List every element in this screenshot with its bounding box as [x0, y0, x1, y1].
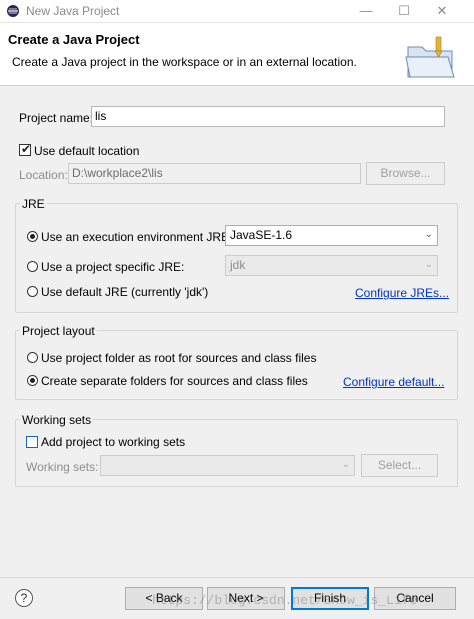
wizard-header: Create a Java Project Create a Java proj… — [0, 23, 474, 86]
use-default-location-checkbox[interactable]: ✔ — [19, 142, 32, 156]
help-icon[interactable]: ? — [15, 589, 33, 607]
configure-default-link[interactable]: Configure default... — [343, 375, 444, 389]
default-jre-label: Use default JRE (currently 'jdk') — [41, 285, 209, 299]
select-working-sets-button[interactable]: Select... — [361, 454, 438, 477]
configure-jres-link[interactable]: Configure JREs... — [355, 286, 449, 300]
exec-env-jre-radio[interactable] — [27, 231, 38, 242]
page-title: Create a Java Project — [8, 32, 140, 47]
jre-group-title: JRE — [20, 197, 47, 211]
project-name-input[interactable]: lis — [91, 106, 445, 127]
working-sets-select[interactable]: ⌄ — [100, 455, 355, 476]
project-specific-jre-radio[interactable] — [27, 261, 38, 272]
new-java-project-folder-icon — [405, 36, 455, 78]
exec-env-jre-value: JavaSE-1.6 — [230, 228, 293, 242]
default-jre-radio[interactable] — [27, 286, 38, 297]
window-title: New Java Project — [26, 4, 120, 18]
eclipse-app-icon — [7, 5, 19, 17]
project-layout-group — [15, 330, 458, 400]
browse-button[interactable]: Browse... — [366, 162, 445, 185]
chevron-down-icon: ⌄ — [424, 229, 433, 240]
project-folder-root-radio[interactable] — [27, 352, 38, 363]
project-specific-jre-value: jdk — [230, 258, 246, 272]
working-sets-group-title: Working sets — [20, 413, 94, 427]
project-specific-jre-label: Use a project specific JRE: — [41, 260, 185, 274]
use-default-location-label: Use default location — [34, 144, 140, 158]
chevron-down-icon: ⌄ — [424, 259, 433, 270]
chevron-down-icon: ⌄ — [341, 459, 350, 470]
separate-folders-label: Create separate folders for sources and … — [41, 374, 308, 388]
add-to-working-sets-checkbox[interactable] — [26, 436, 38, 448]
add-to-working-sets-label: Add project to working sets — [41, 435, 186, 449]
close-button[interactable]: ✕ — [420, 1, 464, 21]
page-description: Create a Java project in the workspace o… — [12, 55, 357, 69]
footer-divider — [0, 577, 474, 578]
location-label: Location: — [19, 168, 68, 182]
checkmark-icon: ✔ — [21, 142, 32, 156]
watermark-text: https://blog.csdn.net/Snow_is_Life — [152, 593, 418, 608]
project-specific-jre-select[interactable]: jdk ⌄ — [225, 255, 438, 276]
location-input[interactable]: D:\workplace2\lis — [68, 163, 361, 184]
window-title-bar[interactable]: New Java Project — ☐ ✕ — [0, 0, 474, 23]
project-folder-root-label: Use project folder as root for sources a… — [41, 351, 317, 365]
exec-env-jre-select[interactable]: JavaSE-1.6 ⌄ — [225, 225, 438, 246]
exec-env-jre-label: Use an execution environment JRE: — [41, 230, 233, 244]
project-layout-group-title: Project layout — [20, 324, 97, 338]
project-name-label: Project name: — [19, 111, 94, 125]
working-sets-label: Working sets: — [26, 460, 99, 474]
separate-folders-radio[interactable] — [27, 375, 38, 386]
